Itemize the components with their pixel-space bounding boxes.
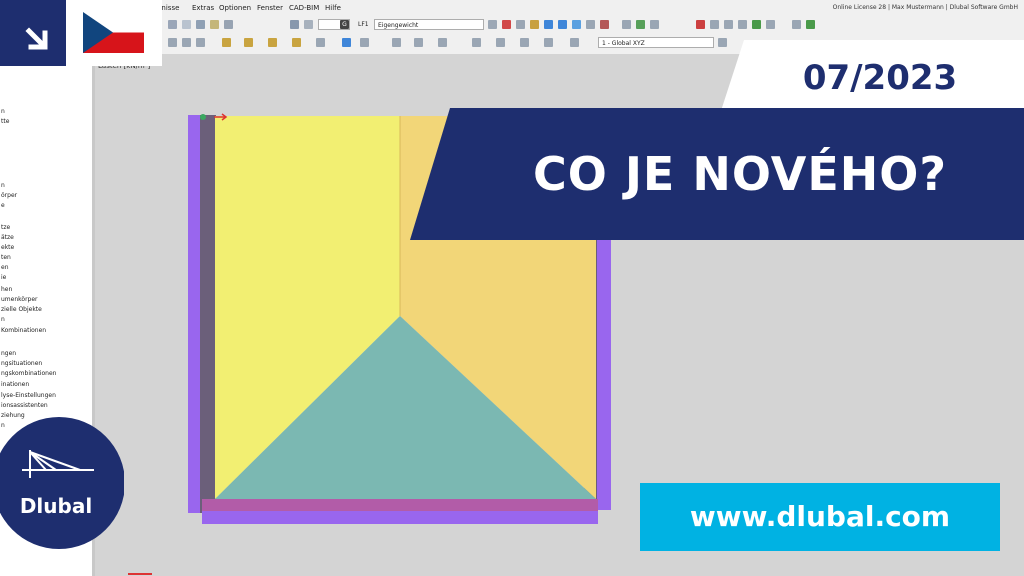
website-link[interactable]: www.dlubal.com [640, 500, 1000, 533]
node-marker[interactable] [200, 114, 206, 120]
rfem-application: ...ebnisse Extras Optionen Fenster CAD-B… [0, 0, 1024, 576]
bottom-wall [202, 499, 598, 513]
left-wall-inner [200, 115, 216, 513]
arrow-box [0, 0, 66, 66]
dlubal-logo-icon [0, 417, 124, 549]
release-date: 07/2023 [802, 58, 958, 98]
headline-title: CO JE NOVÉHO? [532, 147, 948, 201]
logo-text: Dlubal [19, 494, 93, 518]
czech-flag-icon [83, 12, 144, 53]
right-wall [597, 230, 611, 510]
bottom-wall-outer [202, 511, 598, 524]
arrow-down-right-icon [25, 27, 48, 50]
